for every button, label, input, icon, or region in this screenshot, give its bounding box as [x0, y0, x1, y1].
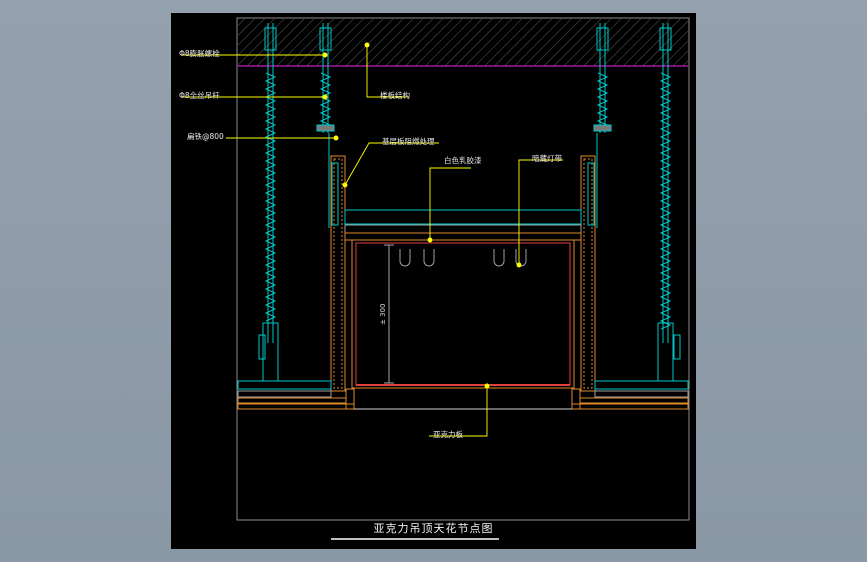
ceiling-right [571, 380, 689, 410]
label-threaded-rod: Φ8全丝吊杆 [179, 91, 220, 100]
hanger-rod-left-outer [258, 23, 279, 382]
label-hidden-lamp: 暗藏灯带 [532, 154, 562, 163]
label-dimension: ± 300 [379, 303, 387, 325]
hanger-rod-right-outer [657, 23, 681, 382]
top-board [344, 209, 582, 241]
label-white-latex: 白色乳胶漆 [444, 156, 482, 165]
title-underline [331, 538, 499, 540]
lamp-tubes [399, 249, 527, 267]
box-side-left [328, 133, 346, 392]
label-expansion-bolt: Φ8膨胀螺栓 [179, 49, 220, 58]
drawing-border [236, 17, 690, 521]
ceiling-left [237, 380, 355, 410]
label-keel: 扁铁@800 [187, 132, 224, 141]
label-acrylic: 亚克力板 [433, 430, 463, 439]
label-base-board: 基层板阻燃处理 [382, 137, 435, 146]
floor-slab [238, 19, 688, 66]
drawing-title: 亚克力吊顶天花节点图 [373, 522, 494, 535]
box-side-right [580, 133, 598, 392]
label-floor-slab: 楼板结构 [380, 91, 410, 100]
cad-drawing [181, 17, 690, 521]
drawing-sheet: Φ8膨胀螺栓 Φ8全丝吊杆 扁铁@800 楼板结构 基层板阻燃处理 白色乳胶漆 … [171, 13, 696, 549]
